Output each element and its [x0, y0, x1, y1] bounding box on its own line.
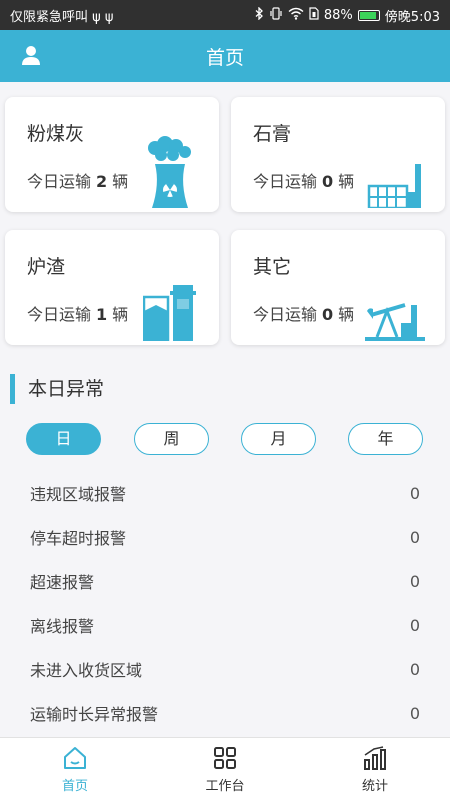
alarm-label: 停车超时报警: [30, 529, 127, 548]
filter-tab-2[interactable]: 月: [241, 423, 316, 455]
filter-tab-0[interactable]: 日: [26, 423, 101, 455]
page-title: 首页: [205, 46, 244, 69]
alarm-count: 0: [409, 483, 420, 503]
home-icon: [62, 745, 88, 771]
alarm-count: 0: [409, 571, 420, 591]
card-unit: 辆: [338, 172, 355, 191]
alarm-row[interactable]: 超速报警 0: [0, 559, 450, 603]
nav-workbench[interactable]: 工作台: [150, 738, 300, 800]
sim-icon: [309, 6, 319, 24]
alarm-label: 运输时长异常报警: [30, 705, 159, 724]
card-stat-prefix: 今日运输: [253, 172, 318, 191]
alarm-row[interactable]: 违规区域报警 0: [0, 471, 450, 515]
filter-tab-1[interactable]: 周: [134, 423, 209, 455]
alarm-label: 未进入收货区域: [30, 661, 143, 680]
grid-icon: [212, 745, 238, 771]
oil-pump-icon: [365, 297, 425, 345]
alarm-row[interactable]: 离线报警 0: [0, 603, 450, 647]
alarm-label: 违规区域报警: [30, 485, 127, 504]
clock: 傍晚5:03: [384, 9, 440, 25]
section-title: 本日异常: [10, 374, 104, 404]
power-plant-icon: [141, 136, 199, 212]
nav-statistics[interactable]: 统计: [300, 738, 450, 800]
alarm-count: 0: [409, 659, 420, 679]
card-unit: 辆: [338, 305, 355, 324]
alarm-label: 离线报警: [30, 617, 95, 636]
bar-chart-icon: [362, 745, 388, 771]
nav-label: 统计: [361, 778, 388, 794]
card-title: 炉渣: [27, 256, 66, 278]
alarm-count: 0: [409, 615, 420, 635]
status-bar: 仅限紧急呼叫 ψ ψ 88% 傍晚5:03: [0, 0, 450, 30]
wifi-icon: [288, 7, 304, 24]
alarm-row[interactable]: 停车超时报警 0: [0, 515, 450, 559]
tank-icon: [142, 285, 199, 345]
card-title: 其它: [253, 256, 292, 278]
bluetooth-icon: [255, 5, 264, 24]
card-count: 1: [96, 305, 108, 324]
card-fly-ash[interactable]: 粉煤灰 今日运输 2 辆: [5, 97, 219, 212]
user-icon[interactable]: [20, 44, 42, 70]
app-header: 首页: [0, 30, 450, 82]
factory-icon: [367, 162, 425, 212]
battery-icon: [357, 9, 380, 21]
nav-label: 首页: [61, 778, 88, 794]
alarm-label: 超速报警: [30, 573, 95, 592]
filter-tab-3[interactable]: 年: [348, 423, 423, 455]
card-unit: 辆: [112, 305, 129, 324]
bottom-nav: 首页 工作台 统计: [0, 737, 450, 800]
card-other[interactable]: 其它 今日运输 0 辆: [231, 230, 445, 345]
card-unit: 辆: [112, 172, 129, 191]
alarm-count: 0: [409, 527, 420, 547]
card-gypsum[interactable]: 石膏 今日运输 0 辆: [231, 97, 445, 212]
card-count: 0: [322, 305, 334, 324]
nav-home[interactable]: 首页: [0, 738, 150, 800]
card-stat-prefix: 今日运输: [253, 305, 318, 324]
vibrate-icon: [269, 6, 283, 24]
card-stat-prefix: 今日运输: [27, 305, 92, 324]
alarm-count: 0: [409, 703, 420, 723]
card-slag[interactable]: 炉渣 今日运输 1 辆: [5, 230, 219, 345]
carrier-text: 仅限紧急呼叫 ψ ψ: [10, 9, 114, 25]
battery-percent: 88%: [323, 7, 353, 23]
card-count: 0: [322, 172, 334, 191]
alarm-row[interactable]: 未进入收货区域 0: [0, 647, 450, 691]
nav-label: 工作台: [205, 778, 245, 794]
card-count: 2: [96, 172, 108, 191]
card-title: 石膏: [253, 123, 292, 145]
card-stat-prefix: 今日运输: [27, 172, 92, 191]
alarm-row[interactable]: 运输时长异常报警 0: [0, 691, 450, 735]
